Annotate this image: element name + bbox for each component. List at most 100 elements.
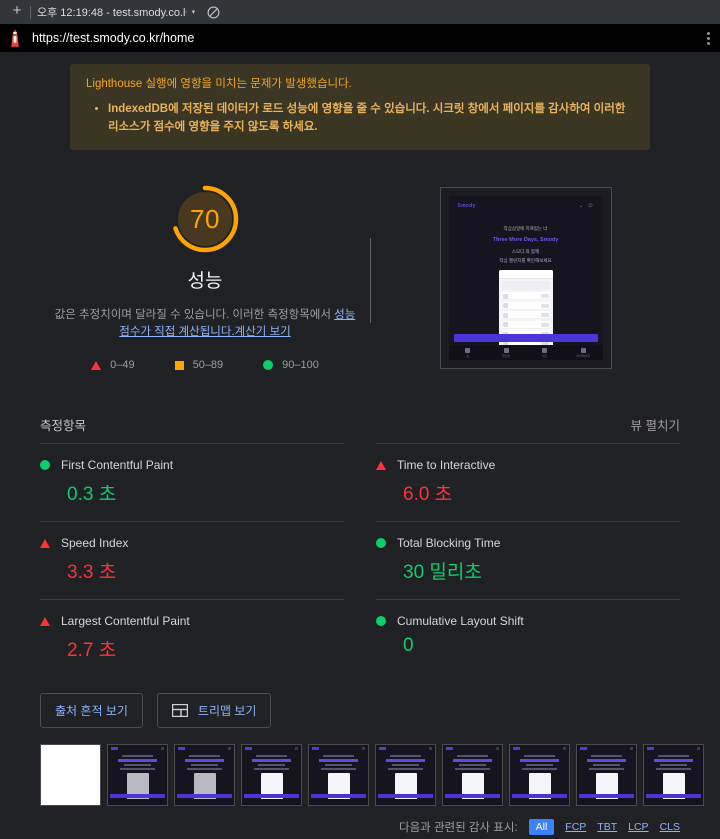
triangle-red-icon [40,538,50,548]
view-trace-button[interactable]: 출처 흔적 보기 [40,693,143,728]
triangle-red-icon [91,360,102,370]
metric-label: Time to Interactive [397,458,496,472]
metric-speed-index[interactable]: Speed Index 3.3 초 [40,521,344,599]
filmstrip-frame[interactable] [308,744,369,806]
metric-largest-contentful-paint[interactable]: Largest Contentful Paint 2.7 초 [40,599,344,677]
gauge-description-text: 값은 추정치이며 달라질 수 있습니다. 이러한 측정항목에서 [54,309,331,321]
calculator-link[interactable]: 계산기 보기 [235,326,291,338]
expand-view-toggle[interactable]: 뷰 펼치기 [631,415,680,434]
browser-urlbar: https://test.smody.co.kr/home [0,24,720,52]
warning-banner-wrap: Lighthouse 실행에 영향을 미치는 문제가 발생했습니다. Index… [0,52,720,150]
url-text[interactable]: https://test.smody.co.kr/home [32,31,690,45]
metric-label: Largest Contentful Paint [61,614,190,628]
warning-heading: Lighthouse 실행에 영향을 미치는 문제가 발생했습니다. [86,78,352,90]
filmstrip-frame[interactable] [241,744,302,806]
preview-headline-1: 작심삼일에 지쳐있는 너 [503,226,548,231]
preview-card-row [501,320,550,329]
metric-first-contentful-paint[interactable]: First Contentful Paint 0.3 초 [40,443,344,521]
preview-bottom-nav: 홈 챌린지 피드 마이페이지 [448,345,603,360]
legend-label-pass: 90–100 [282,359,319,371]
new-tab-button[interactable]: + [6,2,28,22]
metric-time-to-interactive[interactable]: Time to Interactive 6.0 초 [376,443,680,521]
preview-headline-2: Three More Days, Smody [492,237,559,243]
browser-tab[interactable]: 오후 12:19:48 - test.smody.co.ŀ ▾ [37,4,195,20]
legend-item-pass: 90–100 [263,359,319,371]
metric-label: Cumulative Layout Shift [397,614,524,628]
filter-chip-all[interactable]: All [528,819,555,835]
score-row: 70 성능 값은 추정치이며 달라질 수 있습니다. 이러한 측정항목에서 성능… [0,150,720,371]
final-screenshot-frame[interactable]: Smody ⌄ ⏻ 작심삼일에 지쳐있는 너 Three More Days, … [439,187,612,369]
filter-chip-cls[interactable]: CLS [660,821,680,833]
metric-head: Cumulative Layout Shift [376,614,680,628]
gauge-category-label: 성능 [187,271,223,292]
legend-item-fail: 0–49 [91,359,135,371]
circle-green-icon [376,538,386,548]
filmstrip-frame[interactable] [40,744,101,806]
treemap-icon [171,703,189,718]
browser-tabstrip: + 오후 12:19:48 - test.smody.co.ŀ ▾ [0,0,720,24]
legend-label-fail: 0–49 [110,359,135,371]
preview-nav-item: 피드 [526,345,565,360]
warning-list: IndexedDB에 저장된 데이터가 로드 성능에 영향을 줄 수 있습니다.… [108,100,634,136]
metrics-section: 측정항목 뷰 펼치기 First Contentful Paint 0.3 초 … [0,371,720,677]
filter-chip-tbt[interactable]: TBT [597,821,617,833]
metric-label: Total Blocking Time [397,536,501,550]
circle-green-icon [40,460,50,470]
metric-head: Time to Interactive [376,458,680,472]
preview-card-row [501,301,550,310]
preview-headline-4: 작심 챌린지를 확인해보세요 [499,258,552,263]
metrics-header: 측정항목 뷰 펼치기 [40,415,680,443]
gauge-description: 값은 추정치이며 달라질 수 있습니다. 이러한 측정항목에서 성능 점수가 직… [50,307,360,341]
tab-title: 오후 12:19:48 - test.smody.co.ŀ [37,7,187,19]
preview-header-icons: ⌄ ⏻ [578,203,595,209]
metric-value: 2.7 초 [67,640,117,661]
view-trace-label: 출처 흔적 보기 [55,704,128,718]
metric-cumulative-layout-shift[interactable]: Cumulative Layout Shift 0 [376,599,680,677]
legend-label-average: 50–89 [192,359,224,371]
view-treemap-button[interactable]: 트리맵 보기 [156,693,272,728]
filmstrip-frame[interactable] [643,744,704,806]
metric-head: Total Blocking Time [376,536,680,550]
filmstrip-frame[interactable] [174,744,235,806]
metric-value: 6.0 초 [403,484,453,505]
no-entry-icon[interactable] [207,6,220,19]
metric-head: Largest Contentful Paint [40,614,344,628]
preview-nav-item: 홈 [449,345,488,360]
chevron-down-icon[interactable]: ▾ [192,8,196,16]
triangle-red-icon [40,616,50,626]
filmstrip-frame[interactable] [509,744,570,806]
preview-card-row [501,292,550,300]
metric-head: Speed Index [40,536,344,550]
metric-label: Speed Index [61,536,129,550]
metric-value: 0 [403,635,414,656]
report-actions: 출처 흔적 보기 트리맵 보기 [0,677,720,728]
filmstrip-frame[interactable] [107,744,168,806]
audit-filter-label: 다음과 관련된 감사 표시: [399,822,518,834]
filmstrip-frame[interactable] [442,744,503,806]
gauge-score-value: 70 [190,203,220,234]
filmstrip-frame[interactable] [375,744,436,806]
final-screenshot-image: Smody ⌄ ⏻ 작심삼일에 지쳐있는 너 Three More Days, … [448,196,603,360]
preview-card-header [498,270,553,279]
kebab-menu-icon[interactable] [700,26,716,50]
filter-chip-lcp[interactable]: LCP [628,821,648,833]
metric-label: First Contentful Paint [61,458,174,472]
preview-cta-button [453,334,598,342]
metric-total-blocking-time[interactable]: Total Blocking Time 30 밀리초 [376,521,680,599]
square-orange-icon [174,360,184,370]
filter-chip-fcp[interactable]: FCP [565,821,586,833]
legend-item-average: 50–89 [174,359,224,371]
performance-gauge[interactable]: 70 [170,184,240,254]
filmstrip-frame[interactable] [576,744,637,806]
metric-value: 3.3 초 [67,562,117,583]
metric-head: First Contentful Paint [40,458,344,472]
preview-headline-3: 스모디 와 함께 [511,249,540,254]
final-screenshot-col: Smody ⌄ ⏻ 작심삼일에 지쳐있는 너 Three More Days, … [371,184,680,369]
preview-card-search [501,281,550,290]
audit-filter-bar: 다음과 관련된 감사 표시: All FCP TBT LCP CLS [0,806,720,835]
metric-value: 0.3 초 [67,484,117,505]
tabstrip-divider [30,5,31,19]
preview-app-card [498,270,553,356]
preview-nav-item: 마이페이지 [564,345,603,360]
circle-green-icon [376,616,386,626]
